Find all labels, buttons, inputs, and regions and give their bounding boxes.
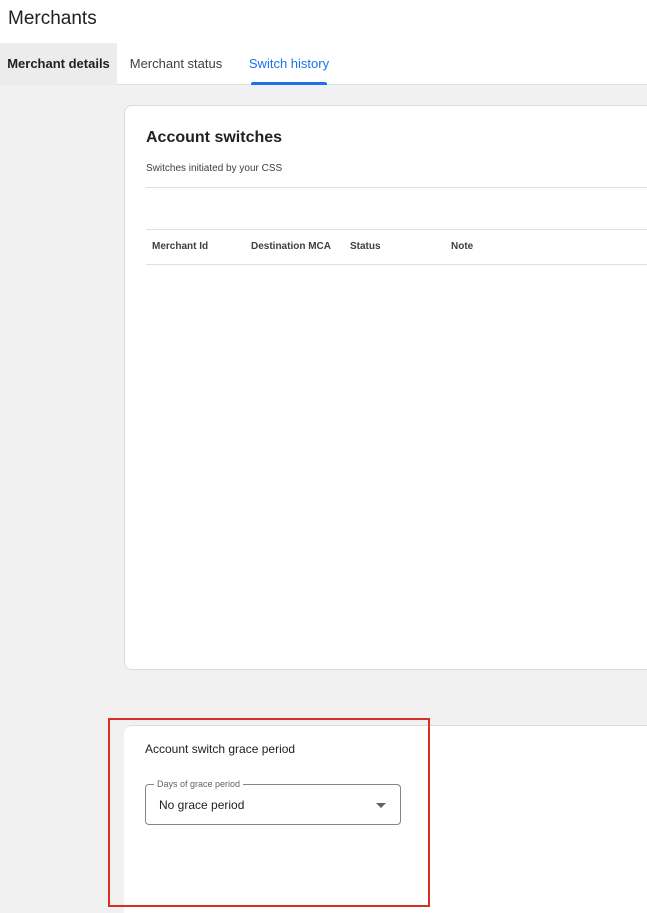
dropdown-arrow-icon <box>376 803 386 808</box>
column-header-note: Note <box>451 241 474 252</box>
table-header-bottom-divider <box>146 264 647 265</box>
grace-period-card: Account switch grace period Days of grac… <box>124 725 647 913</box>
column-header-status: Status <box>350 241 381 252</box>
tab-merchant-status[interactable]: Merchant status <box>119 43 233 85</box>
page-title: Merchants <box>8 8 97 29</box>
grace-period-title: Account switch grace period <box>145 742 296 756</box>
tab-bar: Merchant details Merchant status Switch … <box>0 43 647 85</box>
table-header-top-divider <box>146 229 647 230</box>
page-header: Merchants Merchant details Merchant stat… <box>0 0 647 85</box>
selected-tab-indicator <box>251 82 327 85</box>
merchants-page: Merchants Merchant details Merchant stat… <box>0 0 647 913</box>
grace-period-select[interactable]: Days of grace period No grace period <box>145 778 401 825</box>
account-switches-subtitle: Switches initiated by your CSS <box>146 163 283 174</box>
account-switches-card: Account switches Switches initiated by y… <box>124 105 647 670</box>
grace-period-selected-value: No grace period <box>159 798 245 812</box>
section-divider <box>146 187 647 188</box>
account-switches-title: Account switches <box>146 129 283 146</box>
column-header-destination-mca: Destination MCA <box>251 241 331 252</box>
column-header-merchant-id: Merchant Id <box>152 241 209 252</box>
tab-merchant-details[interactable]: Merchant details <box>0 43 117 85</box>
grace-period-field-label: Days of grace period <box>154 778 244 790</box>
tab-switch-history[interactable]: Switch history <box>237 43 341 85</box>
